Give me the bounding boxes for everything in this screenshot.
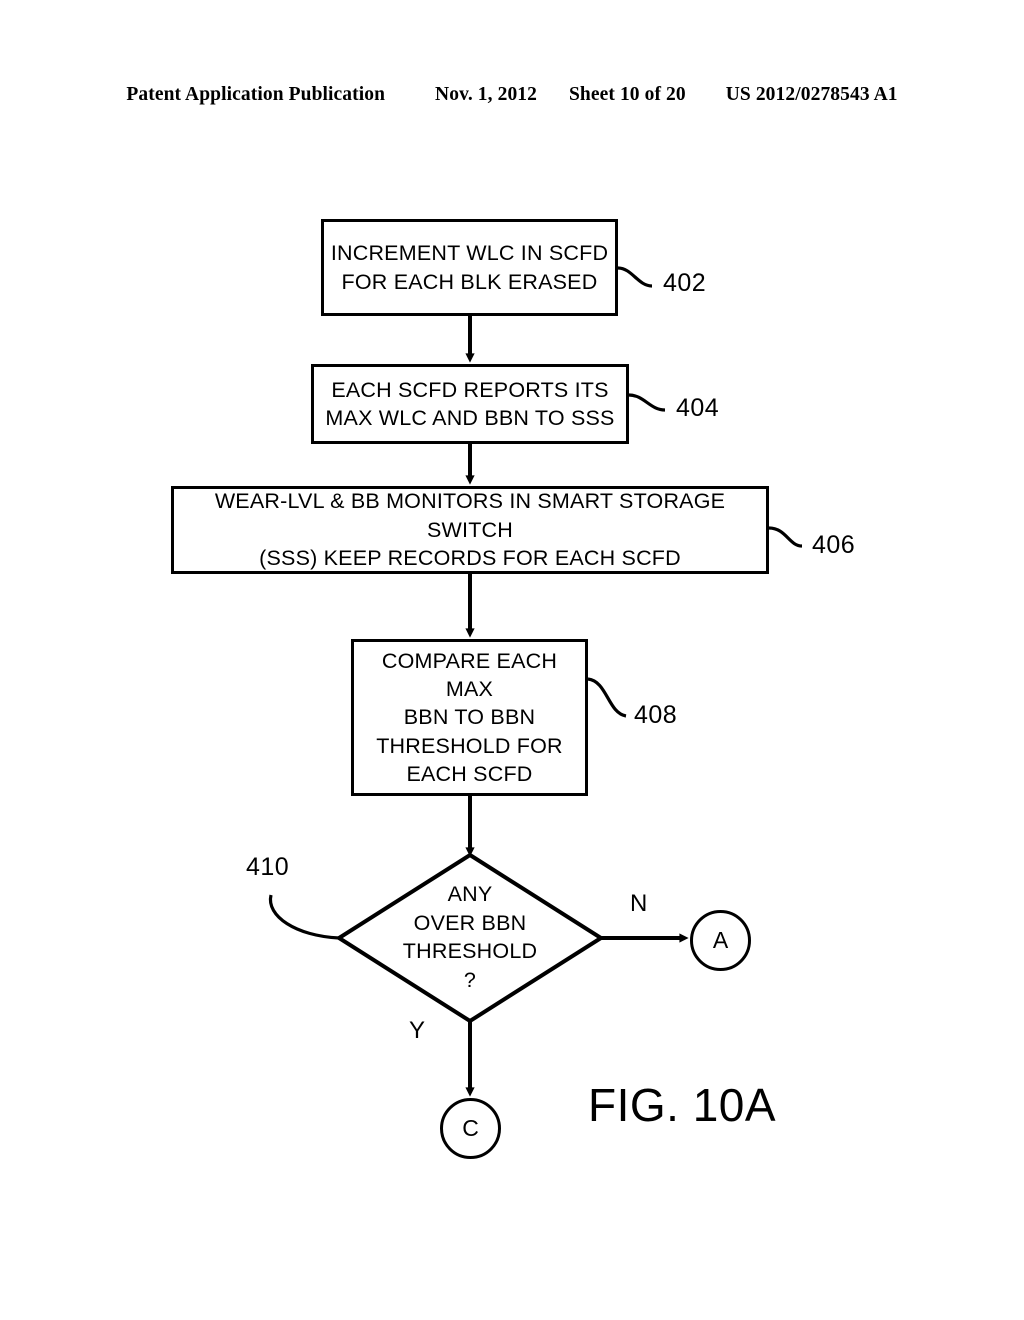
decision-diamond-410-line2: OVER BBN bbox=[413, 910, 527, 935]
reference-numeral-406: 406 bbox=[812, 531, 856, 559]
leader-line-404 bbox=[628, 393, 666, 412]
process-box-408-text: COMPARE EACH MAX BBN TO BBN THRESHOLD FO… bbox=[354, 647, 585, 789]
process-box-408[interactable]: COMPARE EACH MAX BBN TO BBN THRESHOLD FO… bbox=[351, 639, 588, 796]
process-box-404-text: EACH SCFD REPORTS ITS MAX WLC AND BBN TO… bbox=[319, 376, 620, 433]
process-box-406-line1: WEAR-LVL & BB MONITORS IN SMART STORAGE … bbox=[214, 489, 726, 542]
decision-diamond-410-line1: ANY bbox=[447, 882, 493, 906]
connector-circle-c-label: C bbox=[462, 1115, 479, 1141]
figure-caption: FIG. 10A bbox=[588, 1079, 777, 1131]
decision-diamond-410-text: ANY OVER BBN THRESHOLD ? bbox=[340, 880, 600, 994]
branch-label-yes: Y bbox=[409, 1017, 426, 1044]
process-box-402-line1: INCREMENT WLC IN SCFD bbox=[330, 241, 609, 266]
decision-diamond-410-line3: THRESHOLD bbox=[402, 939, 538, 964]
process-box-408-line2: BBN TO BBN bbox=[403, 705, 536, 730]
process-box-406-text: WEAR-LVL & BB MONITORS IN SMART STORAGE … bbox=[174, 487, 766, 572]
process-box-408-line1: COMPARE EACH MAX bbox=[381, 648, 558, 701]
process-box-402[interactable]: INCREMENT WLC IN SCFD FOR EACH BLK ERASE… bbox=[321, 219, 618, 316]
reference-numeral-410: 410 bbox=[246, 853, 290, 881]
flowchart-diagram: INCREMENT WLC IN SCFD FOR EACH BLK ERASE… bbox=[0, 0, 1024, 1320]
connector-circle-a-label: A bbox=[712, 927, 729, 953]
connector-circle-c[interactable]: C bbox=[440, 1098, 501, 1159]
process-box-402-line2: FOR EACH BLK ERASED bbox=[341, 269, 598, 294]
reference-numeral-404: 404 bbox=[676, 394, 720, 422]
process-box-402-text: INCREMENT WLC IN SCFD FOR EACH BLK ERASE… bbox=[325, 239, 614, 296]
reference-numeral-402: 402 bbox=[663, 269, 707, 297]
process-box-408-line3: THRESHOLD FOR bbox=[376, 733, 563, 758]
process-box-406[interactable]: WEAR-LVL & BB MONITORS IN SMART STORAGE … bbox=[171, 486, 769, 574]
process-box-404-line1: EACH SCFD REPORTS ITS bbox=[331, 377, 609, 402]
process-box-408-line4: EACH SCFD bbox=[406, 762, 533, 787]
leader-line-402 bbox=[617, 266, 653, 288]
branch-label-no: N bbox=[630, 890, 648, 917]
leader-line-408 bbox=[587, 677, 627, 718]
process-box-404-line2: MAX WLC AND BBN TO SSS bbox=[325, 406, 615, 430]
reference-numeral-408: 408 bbox=[634, 701, 678, 729]
decision-diamond-410-line4: ? bbox=[463, 967, 477, 992]
process-box-404[interactable]: EACH SCFD REPORTS ITS MAX WLC AND BBN TO… bbox=[311, 364, 629, 444]
process-box-406-line2: (SSS) KEEP RECORDS FOR EACH SCFD bbox=[259, 546, 681, 571]
connector-circle-a[interactable]: A bbox=[690, 910, 751, 971]
leader-line-406 bbox=[768, 526, 803, 548]
leader-line-410 bbox=[268, 894, 340, 940]
